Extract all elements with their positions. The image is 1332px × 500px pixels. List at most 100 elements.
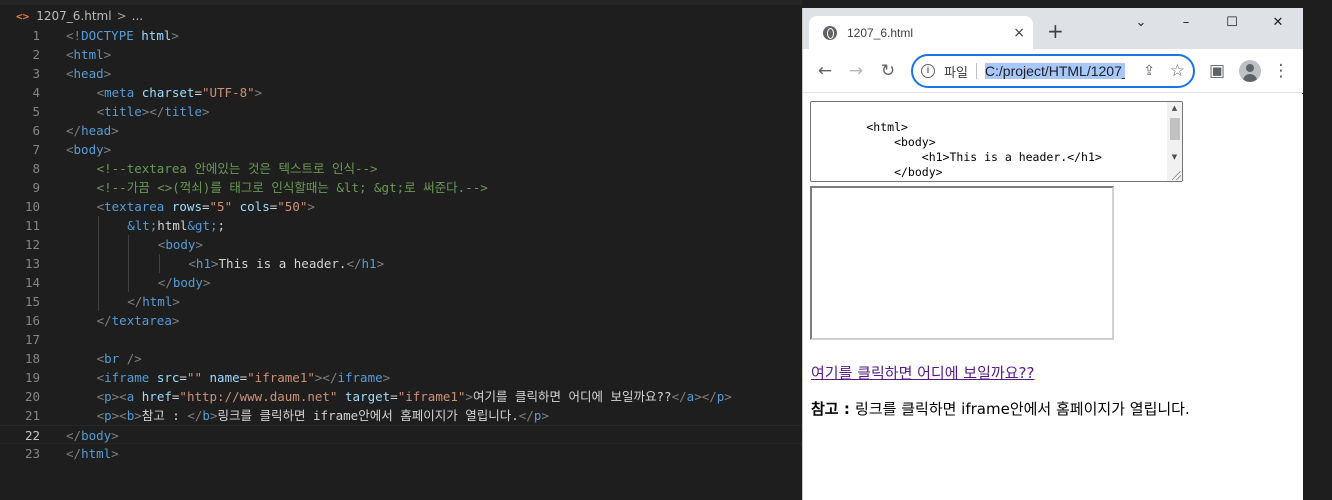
line-number: 7 [32,142,40,157]
code-line[interactable]: 10 <textarea rows="5" cols="50"> [0,197,802,216]
code-editor[interactable]: < > 1207_6.html > ... 1 <!DOCTYPE html> 2 <h… [0,0,802,500]
code-token: body [73,142,104,157]
address-bar[interactable]: i 파일 C:/project/HTML/1207_6.html ⇪ ☆ [911,54,1195,88]
tab-search-icon[interactable]: ⌄ [1118,12,1164,34]
note-text: 링크를 클릭하면 iframe안에서 홈페이지가 열립니다. [855,400,1190,418]
indent-guide [97,235,99,254]
forward-button[interactable]: → [844,59,868,83]
code-token: < [96,370,105,385]
resize-grip-icon[interactable] [1172,171,1181,180]
tab-close-icon[interactable]: × [1013,25,1025,41]
code-line[interactable]: 5 <title></title> [0,102,802,121]
code-line[interactable]: 1 <!DOCTYPE html> [0,26,802,45]
code-line[interactable]: 4 <meta charset="UTF-8"> [0,83,802,102]
code-line[interactable]: 13 <h1>This is a header.</h1> [0,254,802,273]
code-line[interactable]: 2 <html> [0,45,802,64]
info-icon[interactable]: i [921,64,935,78]
bookmark-star-icon[interactable]: ☆ [1170,61,1185,81]
code-token: html [157,218,188,233]
line-number: 3 [32,66,40,81]
breadcrumb-more[interactable]: ... [132,9,143,23]
indent-guide [158,254,160,273]
daum-link[interactable]: 여기를 클릭하면 어디에 보일까요?? [811,362,1034,383]
code-line[interactable]: 23 </html> [0,444,802,463]
code-token: ; [217,218,226,233]
textarea-content[interactable]: <html> <body> <h1>This is a header.</h1>… [811,120,1101,181]
code-token: This is a header. [218,256,347,271]
code-line[interactable]: 17 [0,330,802,349]
code-text: &lt;html&gt;; [127,216,225,235]
breadcrumb-file[interactable]: 1207_6.html [36,9,111,23]
scroll-down-icon[interactable]: ▼ [1167,153,1182,161]
browser-tab-strip: 1207_6.html × + ⌄ – ☐ ✕ [803,8,1303,49]
profile-avatar[interactable] [1239,60,1261,82]
line-number: 23 [24,446,40,461]
minimize-button[interactable]: – [1163,12,1209,34]
back-button[interactable]: ← [813,59,837,83]
scroll-thumb[interactable] [1170,118,1180,140]
code-line[interactable]: 22 </body> [0,425,802,444]
textarea-scrollbar[interactable]: ▲ ▼ [1167,102,1182,181]
code-token: html [141,28,172,43]
code-token: head [73,66,104,81]
code-token: < [96,408,105,423]
new-tab-button[interactable]: + [1047,20,1064,42]
code-line[interactable]: 14 </body> [0,273,802,292]
code-line[interactable]: 18 <br /> [0,349,802,368]
code-line[interactable]: 8 <!--textarea 안에있는 것은 텍스트로 인식--> [0,159,802,178]
code-token: src [156,370,180,385]
code-area[interactable]: 1 <!DOCTYPE html> 2 <html> 3 <head> 4 <meta cha… [0,26,802,463]
code-token: > [111,428,119,443]
code-token: 링크를 클릭하면 iframe안에서 홈페이지가 열립니다. [217,408,519,423]
code-text: </head> [66,121,119,140]
code-text: <!--가끔 <>(꺽쇠)를 태그로 인식할때는 &lt; &gt;로 써준다.… [97,178,488,197]
rendered-textarea[interactable]: <html> <body> <h1>This is a header.</h1>… [810,101,1183,182]
code-line[interactable]: 21 <p><b>참고 : </b>링크를 클릭하면 iframe안에서 홈페이지… [0,406,802,425]
side-panel-icon[interactable]: ▣ [1205,59,1229,83]
line-number: 8 [32,161,40,176]
scroll-up-icon[interactable]: ▲ [1167,104,1182,112]
code-text: <meta charset="UTF-8"> [97,83,263,102]
code-line[interactable]: 11 &lt;html&gt;; [0,216,802,235]
code-token: > [541,408,549,423]
code-token: <!--가끔 <>(꺽쇠)를 태그로 인식할때는 &lt; &gt;로 써준다.… [96,180,488,195]
close-window-button[interactable]: ✕ [1255,12,1301,34]
note-paragraph: 참고 : 링크를 클릭하면 iframe안에서 홈페이지가 열립니다. [811,398,1190,419]
code-token: html [81,446,112,461]
tab-title: 1207_6.html [847,25,914,40]
code-line[interactable]: 7 <body> [0,140,802,159]
code-token: > [724,389,732,404]
code-text: <body> [158,235,203,254]
maximize-button[interactable]: ☐ [1209,12,1255,34]
url-text[interactable]: C:/project/HTML/1207_6.html [984,63,1125,79]
reload-button[interactable]: ↻ [876,59,900,83]
code-line[interactable]: 20 <p><a href="http://www.daum.net" targe… [0,387,802,406]
code-token: < [66,47,74,62]
code-token: </ [96,313,112,328]
code-token: name [209,370,240,385]
code-line[interactable]: 3 <head> [0,64,802,83]
browser-tab[interactable]: 1207_6.html × [809,16,1033,49]
browser-window: 1207_6.html × + ⌄ – ☐ ✕ ← → ↻ i 파일 C:/pr… [802,8,1303,500]
menu-icon[interactable]: ⋮ [1269,59,1293,83]
code-token: "UTF-8" [201,85,255,100]
code-line[interactable]: 12 <body> [0,235,802,254]
code-text: <head> [66,64,111,83]
code-line[interactable]: 19 <iframe src="" name="iframe1"></iframe… [0,368,802,387]
site-label: 파일 [944,65,968,81]
code-token: < [188,256,196,271]
code-line[interactable]: 15 </html> [0,292,802,311]
code-line[interactable]: 6 </head> [0,121,802,140]
rendered-iframe[interactable] [810,186,1114,340]
line-number: 4 [32,85,40,100]
share-icon[interactable]: ⇪ [1143,63,1155,79]
code-line[interactable]: 9 <!--가끔 <>(꺽쇠)를 태그로 인식할때는 &lt; &gt;로 써준다… [0,178,802,197]
code-line[interactable]: 16 </textarea> [0,311,802,330]
code-token: h1 [361,256,377,271]
globe-icon [823,25,837,40]
code-token: href [141,389,172,404]
line-number: 20 [24,389,40,404]
